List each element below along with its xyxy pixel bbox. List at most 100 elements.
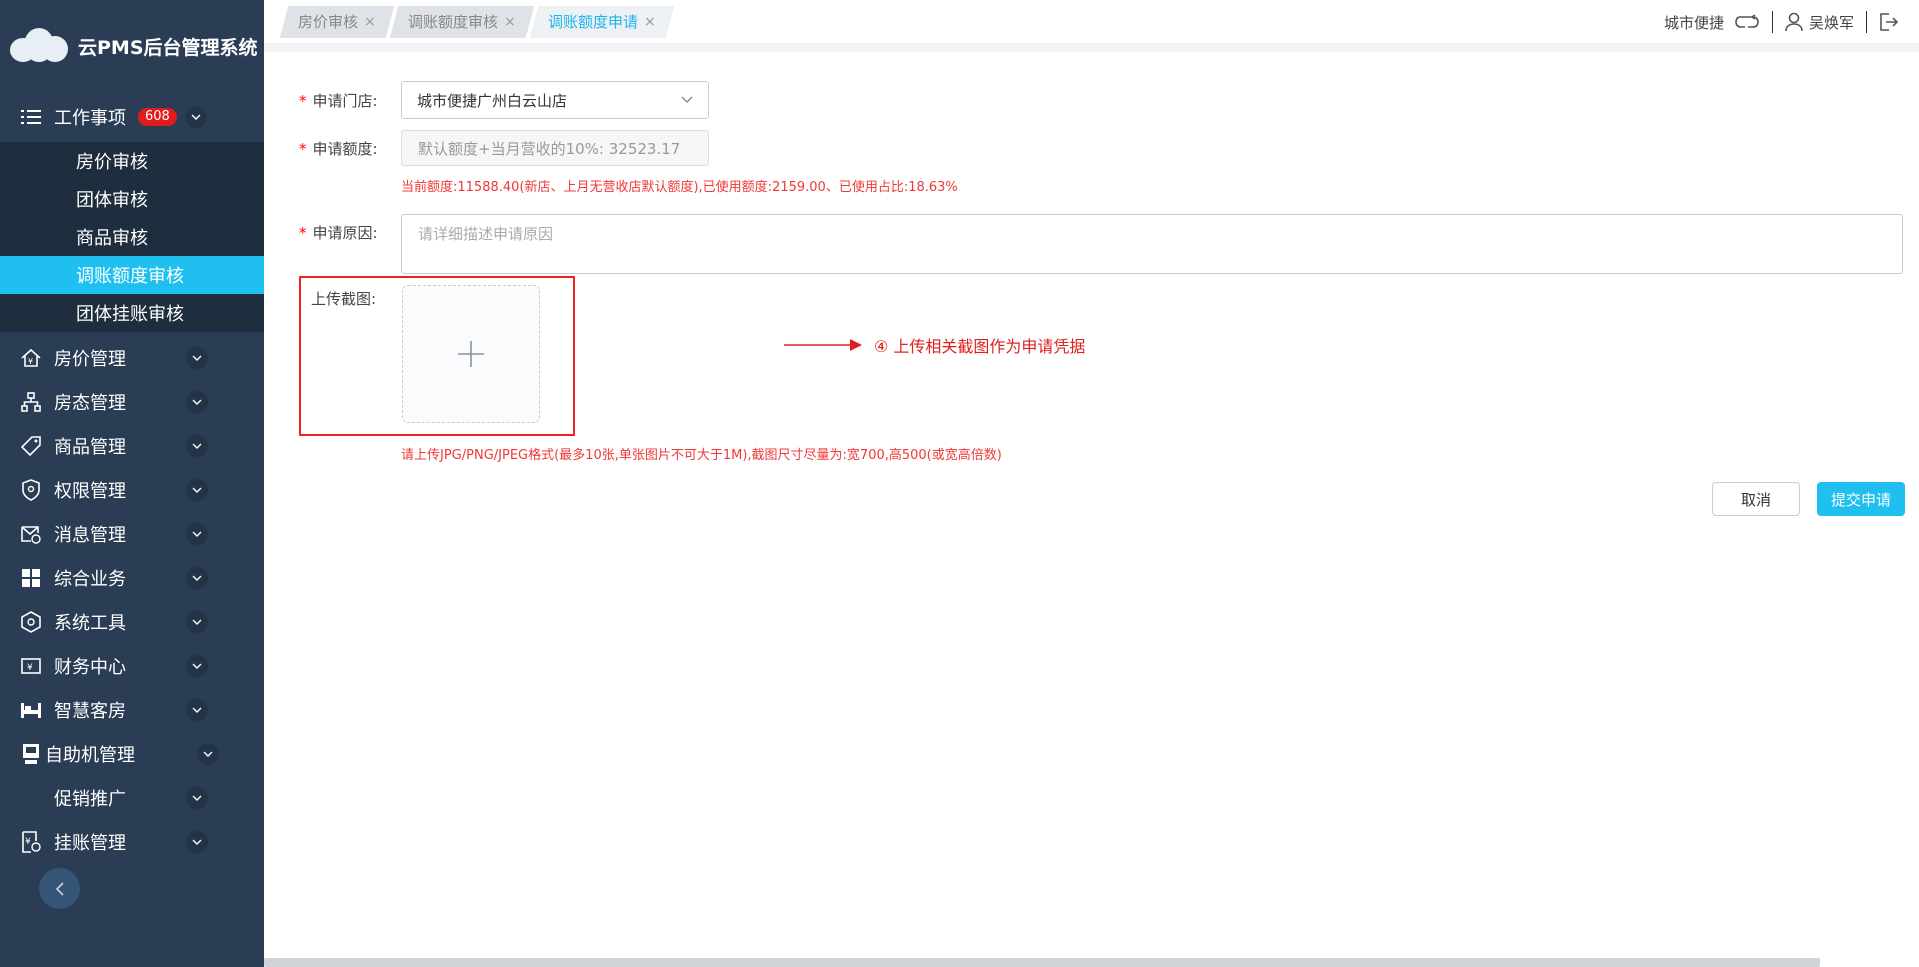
tab-adjust-quota-apply[interactable]: 调账额度申请 × [529,6,674,38]
plus-icon [458,341,484,367]
upload-area[interactable] [402,285,540,423]
user-name[interactable]: 吴焕军 [1809,12,1854,33]
chevron-down-icon[interactable] [186,831,208,853]
user-area: 城市便捷 吴焕军 [1664,0,1899,44]
sidebar-item-promotion[interactable]: 促销推广 [0,776,264,820]
upload-hint: 请上传JPG/PNG/JPEG格式(最多10张,单张图片不可大于1M),截图尺寸… [401,448,1002,463]
sidebar-item-label: 自助机管理 [45,745,135,766]
close-icon[interactable]: × [504,6,516,38]
user-icon [1785,12,1803,32]
hexagon-icon [19,610,43,634]
upload-label: 上传截图: [311,290,377,308]
svg-text:¥: ¥ [27,663,33,673]
amount-hint: 当前额度:11588.40(新店、上月无营收店默认额度),已使用额度:2159.… [401,180,958,195]
chevron-down-icon[interactable] [186,391,208,413]
tab-room-price-review[interactable]: 房价审核 × [279,6,395,38]
grid-icon [19,566,43,590]
room-status-icon [19,390,43,414]
quota-apply-form: * 申请门店: 城市便捷广州白云山店 * 申请额度: 默认额度+当月营收的10%: … [264,52,1919,952]
sidebar: 云PMS后台管理系统 工作事项 608 房价审核 团体审核 商品审核 调账额度审… [0,0,264,967]
bed-icon [19,698,43,722]
chevron-down-icon[interactable] [186,655,208,677]
sidebar-item-label: 促销推广 [54,789,126,810]
sidebar-item-label: 商品管理 [54,437,126,458]
sidebar-item-goods[interactable]: 商品管理 [0,424,264,468]
close-icon[interactable]: × [364,6,376,38]
chevron-down-icon[interactable] [186,479,208,501]
sidebar-item-room-price[interactable]: ¥ 房价管理 [0,336,264,380]
chevron-down-icon[interactable] [186,611,208,633]
tab-adjust-quota-review[interactable]: 调账额度审核 × [389,6,534,38]
close-icon[interactable]: × [644,6,656,38]
sidebar-item-general[interactable]: 综合业务 [0,556,264,600]
divider [1866,11,1867,33]
sidebar-menu: 工作事项 608 [0,92,264,142]
submenu-item-group-review[interactable]: 团体审核 [0,180,264,218]
chevron-down-icon[interactable] [186,787,208,809]
store-label: * 申请门店: [299,91,378,110]
horizontal-scrollbar[interactable] [264,958,1820,967]
list-icon [19,105,43,129]
chevron-down-icon[interactable] [197,743,219,765]
sidebar-item-permission[interactable]: 权限管理 [0,468,264,512]
reason-label: * 申请原因: [299,224,378,242]
sidebar-item-message[interactable]: 消息管理 [0,512,264,556]
brand: 云PMS后台管理系统 [0,0,264,92]
finance-icon: ¥ [19,654,43,678]
chevron-down-icon[interactable] [186,523,208,545]
message-icon [19,522,43,546]
store-value: 城市便捷广州白云山店 [417,91,568,110]
submenu-item-group-credit-review[interactable]: 团体挂账审核 [0,294,264,332]
sidebar-item-label: 智慧客房 [54,701,126,722]
sidebar-item-work[interactable]: 工作事项 608 [0,92,264,142]
store-select[interactable]: 城市便捷广州白云山店 [401,81,709,119]
sidebar-item-room-status[interactable]: 房态管理 [0,380,264,424]
submenu-item-room-price-review[interactable]: 房价审核 [0,142,264,180]
amount-input[interactable]: 默认额度+当月营收的10%: 32523.17 [401,130,709,166]
arrow-right-icon [784,339,862,351]
tab-label: 调账额度审核 [407,13,498,31]
app-title: 云PMS后台管理系统 [78,36,258,59]
store-row: * 申请门店: 城市便捷广州白云山店 [299,81,709,119]
sidebar-item-smart-room[interactable]: 智慧客房 [0,688,264,732]
app-root: 云PMS后台管理系统 工作事项 608 房价审核 团体审核 商品审核 调账额度审… [0,0,1919,967]
reason-textarea[interactable]: 请详细描述申请原因 [401,214,1903,274]
sidebar-item-label: 房价管理 [54,349,126,370]
tab-strip-shadow [264,44,1919,52]
chevron-left-icon [55,881,64,896]
submit-button[interactable]: 提交申请 [1817,482,1905,516]
sidebar-main-menu: ¥ 房价管理 房态管理 商品管理 权限管理 消息管理 综合业务 系统工具 ¥ 财… [0,336,264,864]
logout-icon[interactable] [1879,12,1899,32]
svg-text:¥: ¥ [25,837,31,847]
cloud-logo-icon [10,26,70,66]
tag-icon [19,434,43,458]
tab-bar: 房价审核 × 调账额度审核 × 调账额度申请 × [279,6,674,38]
sidebar-item-label: 综合业务 [54,569,126,590]
chevron-down-icon[interactable] [186,567,208,589]
chevron-down-icon[interactable] [186,435,208,457]
sidebar-item-finance[interactable]: ¥ 财务中心 [0,644,264,688]
chevron-down-icon[interactable] [186,347,208,369]
sidebar-item-label: 财务中心 [54,657,126,678]
tab-label: 调账额度申请 [547,13,638,31]
amount-label: * 申请额度: [299,139,378,158]
chevron-down-icon[interactable] [185,106,207,128]
ledger-icon: ¥ [19,830,43,854]
submenu-item-adjust-quota-review[interactable]: 调账额度审核 [0,256,264,294]
sidebar-item-label: 消息管理 [54,525,126,546]
svg-text:¥: ¥ [28,357,33,366]
annotation: ④ 上传相关截图作为申请凭据 [784,333,1085,357]
upload-highlight-box: 上传截图: [299,276,575,436]
submenu-item-goods-review[interactable]: 商品审核 [0,218,264,256]
chevron-down-icon[interactable] [186,699,208,721]
sidebar-item-label: 房态管理 [54,393,126,414]
sidebar-item-credit[interactable]: ¥ 挂账管理 [0,820,264,864]
sidebar-collapse-button[interactable] [39,868,80,909]
sidebar-item-kiosk[interactable]: 自助机管理 [0,732,264,776]
sidebar-item-system-tools[interactable]: 系统工具 [0,600,264,644]
chevron-down-icon [681,96,693,103]
cancel-button[interactable]: 取消 [1712,482,1800,516]
topbar: 房价审核 × 调账额度审核 × 调账额度申请 × 城市便捷 吴焕军 [264,0,1919,44]
kiosk-icon [19,742,43,766]
switch-icon[interactable] [1734,14,1760,30]
